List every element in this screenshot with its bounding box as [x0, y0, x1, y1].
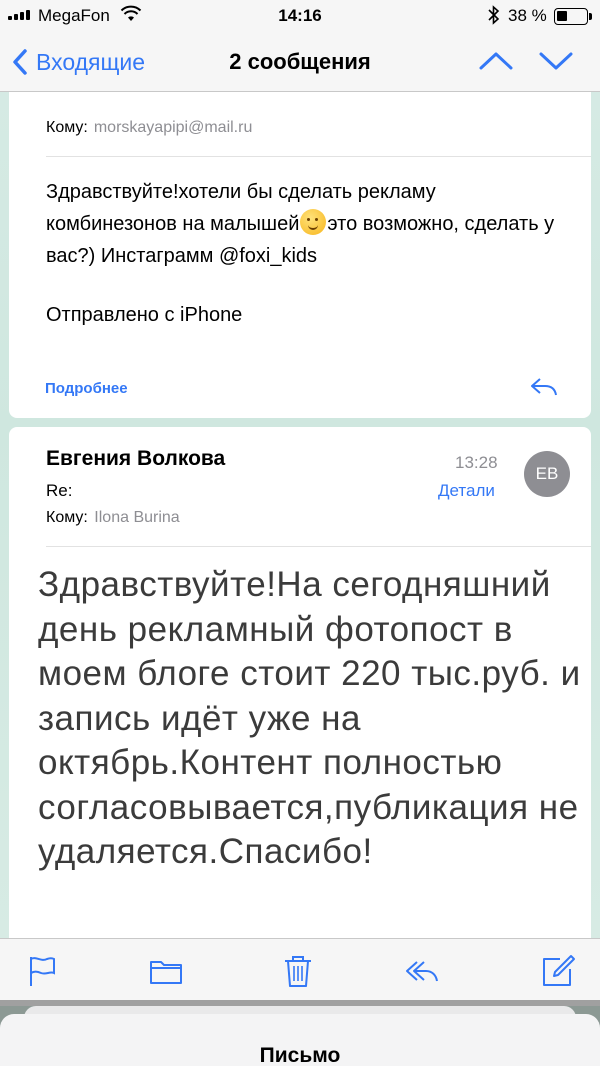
trash-icon[interactable]	[280, 953, 316, 989]
previous-message-button[interactable]	[476, 46, 516, 76]
message-card-1: Кому: morskayapipi@mail.ru Здравствуйте!х…	[9, 92, 591, 418]
back-label: Входящие	[36, 48, 146, 75]
navigation-bar: Входящие 2 сообщения	[0, 32, 600, 92]
avatar[interactable]: ЕВ	[524, 451, 570, 497]
status-bar: MegaFon 14:16 38 %	[0, 0, 600, 32]
details-link[interactable]: Детали	[438, 481, 495, 501]
recipient-email[interactable]: morskayapipi@mail.ru	[94, 119, 253, 136]
sheet-title: Письмо	[259, 1044, 341, 1066]
reply-icon[interactable]	[529, 374, 559, 400]
folder-icon[interactable]	[148, 953, 184, 989]
to-label: Кому:	[46, 509, 88, 526]
flag-icon[interactable]	[24, 953, 60, 989]
compose-icon[interactable]	[540, 953, 576, 989]
battery-percent: 38 %	[508, 6, 547, 25]
recipient-name[interactable]: Ilona Burina	[94, 509, 179, 526]
chevron-left-icon	[13, 49, 27, 75]
battery-level	[557, 11, 567, 21]
message-body: Здравствуйте!На сегодняшний день рекламн…	[38, 565, 581, 871]
sender-name: Евгения Волкова	[46, 447, 226, 470]
message-subject: Re:	[46, 481, 73, 500]
recipient-row: Кому: morskayapipi@mail.ru	[46, 119, 252, 137]
bottom-toolbar	[0, 938, 600, 1006]
message-body: Здравствуйте!хотели бы сделать рекламу к…	[46, 176, 566, 272]
reply-icon[interactable]	[404, 953, 440, 989]
more-link[interactable]: Подробнее	[45, 380, 128, 397]
to-label: Кому:	[46, 119, 88, 136]
bluetooth-icon	[488, 5, 500, 25]
signature: Отправлено с iPhone	[46, 304, 243, 326]
next-message-button[interactable]	[536, 46, 576, 76]
recipient-row: Кому: Ilona Burina	[46, 509, 180, 527]
message-time: 13:28	[455, 453, 498, 472]
battery-icon	[554, 8, 592, 25]
back-button[interactable]: Входящие	[12, 42, 145, 82]
divider	[46, 546, 591, 547]
divider	[46, 156, 591, 157]
hugging-face-emoji-icon	[300, 209, 327, 235]
message-card-2: Евгения Волкова 13:28 Re: Детали Кому: I…	[9, 427, 591, 947]
